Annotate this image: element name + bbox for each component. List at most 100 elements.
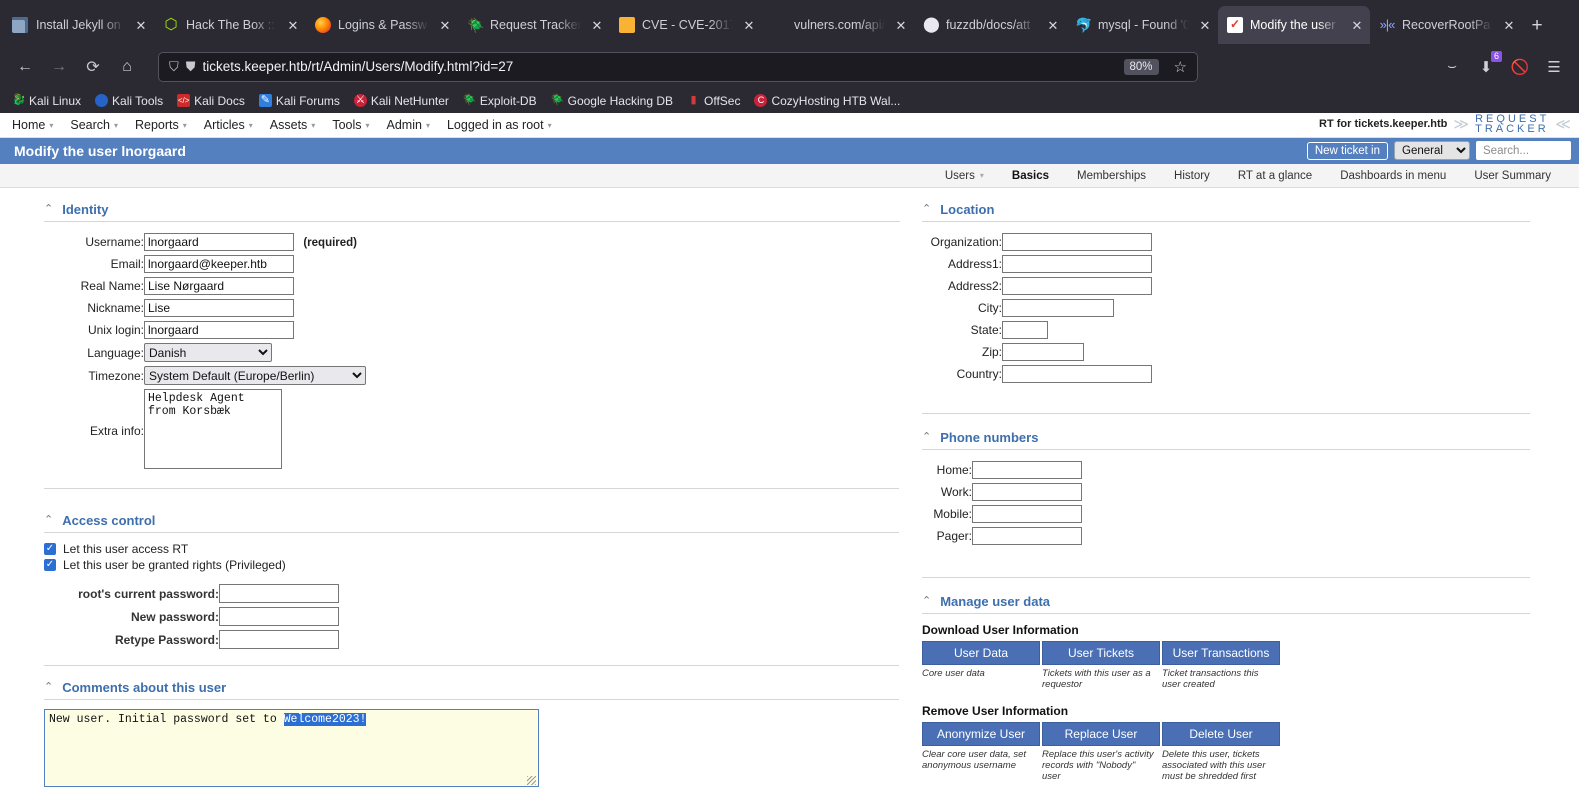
manage-user-data-section-header[interactable]: ⌃ Manage user data bbox=[922, 594, 1530, 614]
bookmark-kali-nethunter[interactable]: ⚔ Kali NetHunter bbox=[348, 92, 455, 110]
browser-tab[interactable]: Install Jekyll on ✕ bbox=[2, 6, 154, 44]
bookmark-offsec[interactable]: ▮ OffSec bbox=[681, 92, 746, 110]
browser-tab[interactable]: Logins & Passw ✕ bbox=[306, 6, 458, 44]
lock-disabled-icon[interactable]: ⛊ bbox=[186, 59, 196, 75]
home-phone-input[interactable] bbox=[972, 461, 1082, 479]
subnav-item-dashboards-in-menu[interactable]: Dashboards in menu bbox=[1326, 170, 1460, 182]
unixlogin-input[interactable] bbox=[144, 321, 294, 339]
menu-item-logged-in-as[interactable]: Logged in as root ▾ bbox=[441, 113, 563, 138]
bookmark-google-hacking-db[interactable]: 🪲 Google Hacking DB bbox=[545, 92, 679, 110]
tab-close-icon[interactable]: ✕ bbox=[1502, 19, 1516, 32]
replace-user-button[interactable]: Replace User bbox=[1042, 722, 1160, 746]
bookmark-kali-tools[interactable]: Kali Tools bbox=[89, 92, 169, 110]
phone-section-header[interactable]: ⌃ Phone numbers bbox=[922, 430, 1530, 450]
browser-tab[interactable]: »|« RecoverRootPa ✕ bbox=[1370, 6, 1522, 44]
new-tab-button[interactable]: + bbox=[1522, 9, 1552, 43]
subnav-item-history[interactable]: History bbox=[1160, 170, 1224, 182]
tab-close-icon[interactable]: ✕ bbox=[286, 19, 300, 32]
access-rt-checkbox[interactable] bbox=[44, 543, 56, 555]
tab-close-icon[interactable]: ✕ bbox=[1350, 19, 1364, 32]
timezone-select[interactable]: System Default (Europe/Berlin) bbox=[144, 366, 366, 385]
organization-input[interactable] bbox=[1002, 233, 1152, 251]
tab-close-icon[interactable]: ✕ bbox=[894, 19, 908, 32]
bookmark-cozyhosting[interactable]: C CozyHosting HTB Wal... bbox=[748, 92, 906, 110]
menu-item-tools[interactable]: Tools ▾ bbox=[326, 113, 380, 138]
user-tickets-button[interactable]: User Tickets bbox=[1042, 641, 1160, 665]
menu-item-admin[interactable]: Admin ▾ bbox=[381, 113, 441, 138]
browser-tab[interactable]: vulners.com/api/v3 ✕ bbox=[762, 6, 914, 44]
address-bar[interactable]: ⛉ ⛊ tickets.keeper.htb/rt/Admin/Users/Mo… bbox=[158, 51, 1198, 82]
bookmark-kali-docs[interactable]: </> Kali Docs bbox=[171, 92, 251, 110]
bookmark-exploit-db[interactable]: 🪲 Exploit-DB bbox=[457, 92, 543, 110]
privileged-checkbox[interactable] bbox=[44, 559, 56, 571]
collapse-chevron-icon[interactable]: ⌃ bbox=[44, 204, 53, 215]
app-menu-icon[interactable]: ☰ bbox=[1539, 52, 1569, 82]
identity-section-header[interactable]: ⌃ Identity bbox=[44, 202, 900, 222]
browser-tab[interactable]: CVE - CVE-2017- ✕ bbox=[610, 6, 762, 44]
tab-close-icon[interactable]: ✕ bbox=[590, 19, 604, 32]
address2-input[interactable] bbox=[1002, 277, 1152, 295]
privileged-checkbox-row[interactable]: Let this user be granted rights (Privile… bbox=[44, 558, 900, 572]
menu-item-home[interactable]: Home ▾ bbox=[6, 113, 64, 138]
collapse-chevron-icon[interactable]: ⌃ bbox=[44, 515, 53, 526]
pocket-icon[interactable]: ⌣ bbox=[1437, 52, 1467, 82]
shield-icon[interactable]: ⛉ bbox=[169, 59, 179, 75]
menu-item-articles[interactable]: Articles ▾ bbox=[198, 113, 264, 138]
state-input[interactable] bbox=[1002, 321, 1048, 339]
realname-input[interactable] bbox=[144, 277, 294, 295]
home-button[interactable]: ⌂ bbox=[112, 52, 142, 82]
zoom-level-badge[interactable]: 80% bbox=[1123, 58, 1159, 75]
zip-input[interactable] bbox=[1002, 343, 1084, 361]
mobile-phone-input[interactable] bbox=[972, 505, 1082, 523]
retype-password-input[interactable] bbox=[219, 630, 339, 649]
collapse-chevron-icon[interactable]: ⌃ bbox=[922, 596, 931, 607]
search-input[interactable] bbox=[1476, 141, 1571, 160]
comments-textarea[interactable]: New user. Initial password set to Welcom… bbox=[44, 709, 539, 787]
subnav-item-user-summary[interactable]: User Summary bbox=[1460, 170, 1565, 182]
access-rt-checkbox-row[interactable]: Let this user access RT bbox=[44, 542, 900, 556]
tab-close-icon[interactable]: ✕ bbox=[438, 19, 452, 32]
bookmark-kali-linux[interactable]: 🐉 Kali Linux bbox=[6, 92, 87, 110]
username-input[interactable] bbox=[144, 233, 294, 251]
noscript-extension-icon[interactable]: 🚫 bbox=[1505, 52, 1535, 82]
work-phone-input[interactable] bbox=[972, 483, 1082, 501]
browser-tab[interactable]: ⬤ fuzzdb/docs/att ✕ bbox=[914, 6, 1066, 44]
subnav-item-rt-at-a-glance[interactable]: RT at a glance bbox=[1224, 170, 1326, 182]
country-input[interactable] bbox=[1002, 365, 1152, 383]
new-password-input[interactable] bbox=[219, 607, 339, 626]
browser-tab-active[interactable]: Modify the user ✕ bbox=[1218, 6, 1370, 44]
address1-input[interactable] bbox=[1002, 255, 1152, 273]
pager-input[interactable] bbox=[972, 527, 1082, 545]
access-control-section-header[interactable]: ⌃ Access control bbox=[44, 513, 899, 533]
tab-close-icon[interactable]: ✕ bbox=[1046, 19, 1060, 32]
collapse-chevron-icon[interactable]: ⌃ bbox=[44, 682, 53, 693]
browser-tab[interactable]: 🐬 mysql - Found '0 ✕ bbox=[1066, 6, 1218, 44]
extrainfo-textarea[interactable]: Helpdesk Agent from Korsbæk bbox=[144, 389, 282, 469]
tab-close-icon[interactable]: ✕ bbox=[742, 19, 756, 32]
bookmark-star-icon[interactable]: ☆ bbox=[1170, 58, 1191, 76]
collapse-chevron-icon[interactable]: ⌃ bbox=[922, 432, 931, 443]
resize-grip-icon[interactable] bbox=[527, 776, 536, 785]
browser-tab[interactable]: 🪲 Request Tracker ✕ bbox=[458, 6, 610, 44]
downloads-icon[interactable]: ⬇ 6 bbox=[1471, 50, 1502, 82]
email-input[interactable] bbox=[144, 255, 294, 273]
subnav-item-users[interactable]: Users ▾ bbox=[931, 170, 998, 182]
subnav-item-basics[interactable]: Basics bbox=[998, 170, 1063, 182]
collapse-chevron-icon[interactable]: ⌃ bbox=[922, 204, 931, 215]
location-section-header[interactable]: ⌃ Location bbox=[922, 202, 1530, 222]
language-select[interactable]: Danish bbox=[144, 343, 272, 362]
new-ticket-button[interactable]: New ticket in bbox=[1306, 141, 1388, 160]
user-data-button[interactable]: User Data bbox=[922, 641, 1040, 665]
menu-item-reports[interactable]: Reports ▾ bbox=[129, 113, 198, 138]
anonymize-user-button[interactable]: Anonymize User bbox=[922, 722, 1040, 746]
forward-button[interactable]: → bbox=[44, 52, 74, 82]
bookmark-kali-forums[interactable]: ✎ Kali Forums bbox=[253, 92, 346, 110]
reload-button[interactable]: ⟳ bbox=[78, 52, 108, 82]
tab-close-icon[interactable]: ✕ bbox=[1198, 19, 1212, 32]
queue-select[interactable]: General bbox=[1394, 141, 1470, 160]
tab-close-icon[interactable]: ✕ bbox=[134, 19, 148, 32]
city-input[interactable] bbox=[1002, 299, 1114, 317]
current-password-input[interactable] bbox=[219, 584, 339, 603]
user-transactions-button[interactable]: User Transactions bbox=[1162, 641, 1280, 665]
menu-item-assets[interactable]: Assets ▾ bbox=[264, 113, 327, 138]
